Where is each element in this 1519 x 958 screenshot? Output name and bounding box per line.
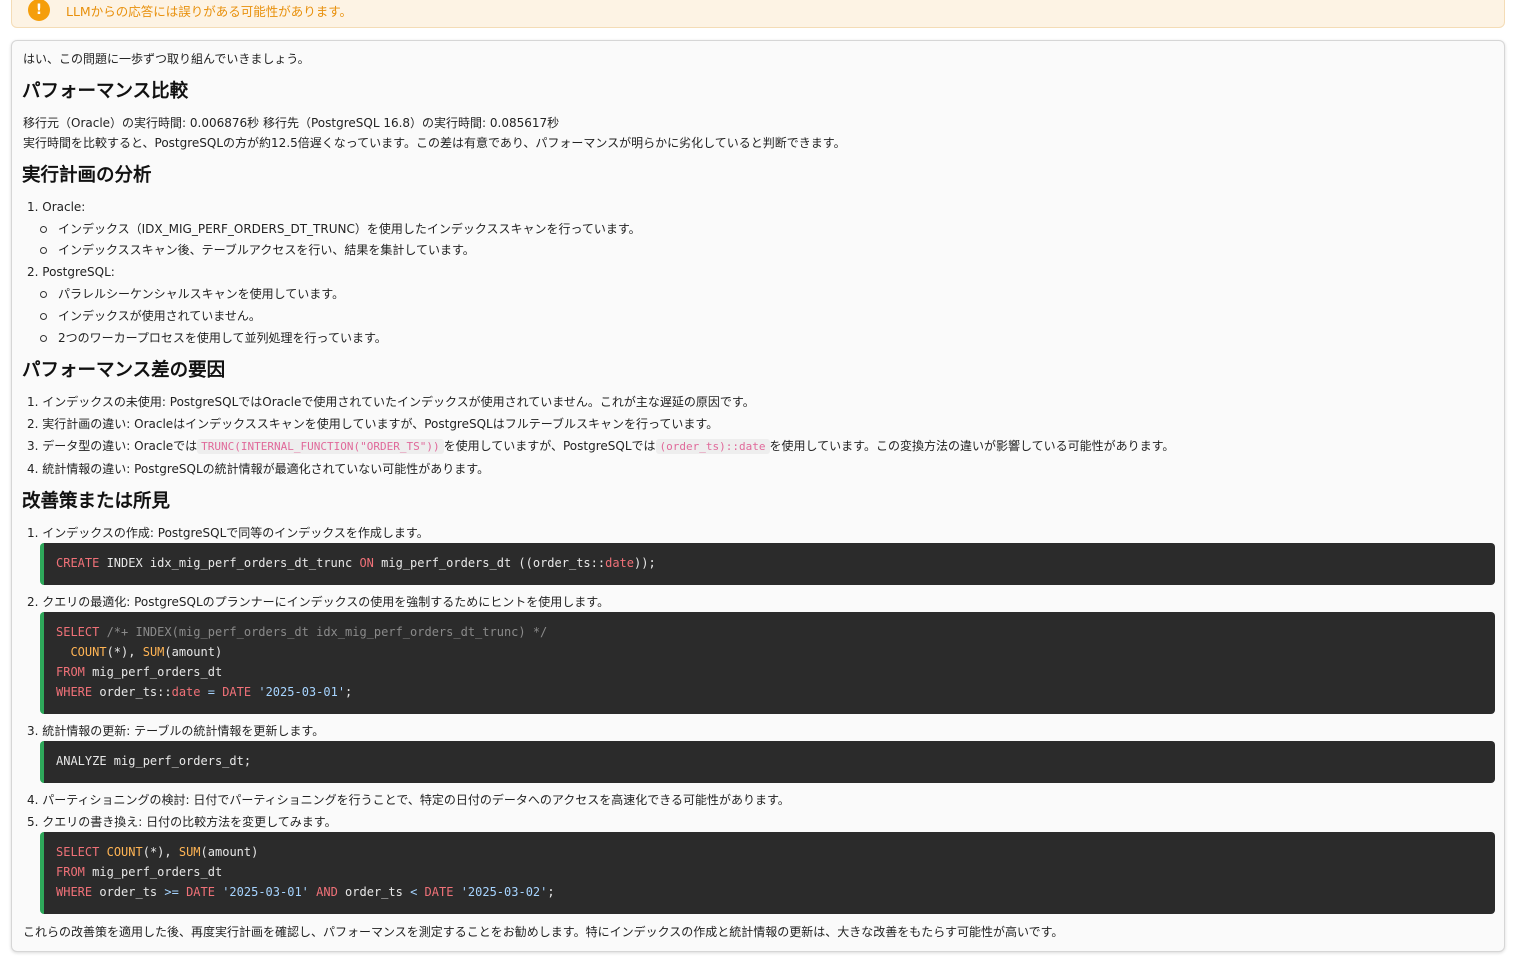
perf-line-2: 実行時間を比較すると、PostgreSQLの方が約12.5倍遅くなっています。こ… xyxy=(23,136,846,150)
inline-code: TRUNC(INTERNAL_FUNCTION("ORDER_TS")) xyxy=(197,439,444,454)
plan-oracle-item: インデックス（IDX_MIG_PERF_ORDERS_DT_TRUNC）を使用し… xyxy=(40,221,641,237)
heading-performance: パフォーマンス比較 xyxy=(22,81,189,102)
fix-item-5: 5. クエリの書き換え: 日付の比較方法を変更してみます。 xyxy=(27,815,337,829)
code-block-rewrite-query[interactable]: SELECT COUNT(*), SUM(amount) FROM mig_pe… xyxy=(40,832,1495,914)
code-block-hint-query[interactable]: SELECT /*+ INDEX(mig_perf_orders_dt idx_… xyxy=(40,612,1495,714)
cause-item-1: 1. インデックスの未使用: PostgreSQLではOracleで使用されてい… xyxy=(27,395,755,409)
perf-line-1: 移行元（Oracle）の実行時間: 0.006876秒 移行先（PostgreS… xyxy=(23,116,560,130)
plan-oracle: 1. Oracle: xyxy=(27,200,86,214)
cause-item-2: 2. 実行計画の違い: Oracleはインデックススキャンを使用していますが、P… xyxy=(27,417,719,431)
heading-causes: パフォーマンス差の要因 xyxy=(22,360,226,381)
plan-pg-item: パラレルシーケンシャルスキャンを使用しています。 xyxy=(40,286,344,302)
plan-postgresql: 2. PostgreSQL: xyxy=(27,265,115,279)
inline-code: (order_ts)::date xyxy=(655,439,770,454)
heading-fixes: 改善策または所見 xyxy=(22,491,171,512)
fix-item-1: 1. インデックスの作成: PostgreSQLで同等のインデックスを作成します… xyxy=(27,526,429,540)
plan-pg-item: 2つのワーカープロセスを使用して並列処理を行っています。 xyxy=(40,330,387,346)
intro-text: はい、この問題に一歩ずつ取り組んでいきましょう。 xyxy=(23,52,310,66)
plan-pg-item: インデックスが使用されていません。 xyxy=(40,308,261,324)
cause-item-4: 4. 統計情報の違い: PostgreSQLの統計情報が最適化されていない可能性… xyxy=(27,462,490,476)
heading-plan: 実行計画の分析 xyxy=(22,165,152,186)
response-card: はい、この問題に一歩ずつ取り組んでいきましょう。 パフォーマンス比較 移行元（O… xyxy=(11,40,1505,952)
fix-item-3: 3. 統計情報の更新: テーブルの統計情報を更新します。 xyxy=(27,724,325,738)
warning-icon: ! xyxy=(28,0,50,21)
closing-text: これらの改善策を適用した後、再度実行計画を確認し、パフォーマンスを測定することを… xyxy=(23,925,1064,939)
warning-text: LLMからの応答には誤りがある可能性があります。 xyxy=(66,4,352,19)
code-block-create-index[interactable]: CREATE INDEX idx_mig_perf_orders_dt_trun… xyxy=(40,543,1495,585)
fix-item-4: 4. パーティショニングの検討: 日付でパーティショニングを行うことで、特定の日… xyxy=(27,793,790,807)
code-block-analyze[interactable]: ANALYZE mig_perf_orders_dt; xyxy=(40,741,1495,783)
llm-warning-banner: ! LLMからの応答には誤りがある可能性があります。 xyxy=(11,0,1505,28)
fix-item-2: 2. クエリの最適化: PostgreSQLのプランナーにインデックスの使用を強… xyxy=(27,595,610,609)
cause-item-3: 3. データ型の違い: Oracleでは TRUNC(INTERNAL_FUNCT… xyxy=(27,439,1175,454)
plan-oracle-item: インデックススキャン後、テーブルアクセスを行い、結果を集計しています。 xyxy=(40,242,475,258)
